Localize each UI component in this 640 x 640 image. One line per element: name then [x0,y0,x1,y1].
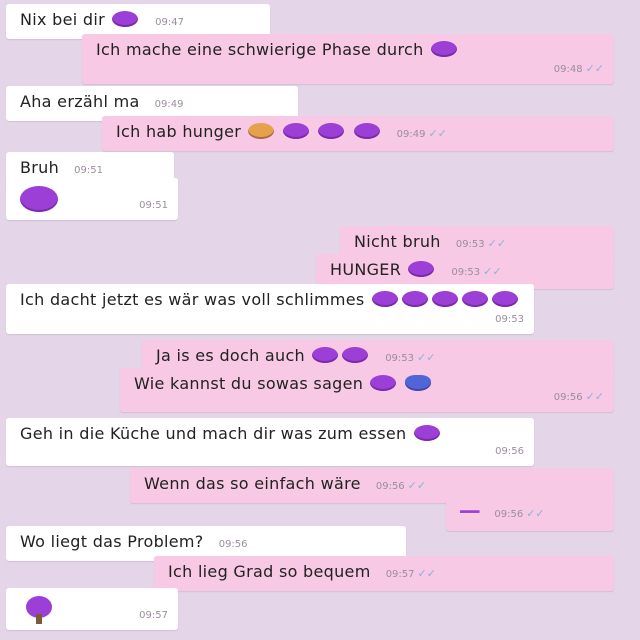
laughing-face-emoji-icon [431,291,458,307]
message-time: 09:49 [154,99,184,110]
laughing-face-emoji-icon [401,291,428,307]
message-outgoing[interactable]: Ich mache eine schwierige Phase durch 09… [82,34,614,84]
double-check-icon: ✓✓ [585,62,604,75]
message-text: Wenn das so einfach wäre [144,474,361,493]
knife-emoji-icon: ━━ [460,502,480,521]
message-text: Aha erzähl ma [20,92,140,111]
double-check-icon: ✓✓ [407,479,427,492]
message-time: 09:57 [385,569,415,580]
double-check-icon: ✓✓ [585,390,604,403]
message-outgoing[interactable]: Wie kannst du sowas sagen 09:56 ✓✓ [120,368,614,412]
message-incoming-emoji[interactable]: 09:57 [6,588,178,630]
sad-face-emoji-icon [312,347,339,363]
sad-face-emoji-icon [370,375,397,391]
double-check-icon: ✓✓ [487,237,507,250]
message-text: Ich lieg Grad so bequem [168,562,371,581]
message-time: 09:56 [375,481,405,492]
double-check-icon: ✓✓ [428,127,447,140]
message-text: Wo liegt das Problem? [20,532,204,551]
message-time: 09:51 [74,165,103,176]
message-text: Ich hab hunger [116,122,242,141]
sad-face-emoji-icon [430,41,457,57]
message-text: Ich mache eine schwierige Phase durch [96,40,424,59]
message-time: 09:56 [553,392,583,403]
message-text: HUNGER [330,260,402,279]
sad-face-emoji-icon [342,347,369,363]
laughing-face-emoji-icon [491,291,518,307]
message-time: 09:53 [451,267,481,278]
message-time: 09:48 [553,64,583,75]
message-incoming[interactable]: Geh in die Küche und mach dir was zum es… [6,418,534,466]
tired-face-emoji-icon [248,123,275,139]
knife-emoji-icon [353,123,380,139]
laughing-face-emoji-icon [413,425,440,441]
message-incoming[interactable]: Ich dacht jetzt es wär was voll schlimme… [6,284,534,334]
laughing-face-emoji-icon [371,291,398,307]
message-text: Ja is es doch auch [156,346,305,365]
message-text: Nicht bruh [354,232,441,251]
message-time: 09:49 [396,129,426,140]
message-outgoing-emoji[interactable]: ━━ 09:56 ✓✓ [446,496,614,531]
crying-face-emoji-icon [112,11,139,27]
double-check-icon: ✓✓ [483,265,502,278]
message-outgoing[interactable]: Ich hab hunger 09:49 ✓✓ [102,116,614,151]
laughing-face-emoji-icon [461,291,488,307]
broken-heart-emoji-icon [405,375,432,391]
message-time: 09:53 [455,239,485,250]
message-time: 09:57 [139,610,168,621]
message-time: 09:47 [155,17,184,28]
message-text: Wie kannst du sowas sagen [134,374,364,393]
purple-tree-emoji-icon [24,596,54,624]
message-time: 09:56 [494,509,524,520]
message-text: Geh in die Küche und mach dir was zum es… [20,424,407,443]
message-time: 09:56 [495,446,524,457]
double-check-icon: ✓✓ [417,567,436,580]
message-text: Bruh [20,158,60,177]
double-check-icon: ✓✓ [417,351,436,364]
sad-face-emoji-icon [408,261,435,277]
message-time: 09:56 [218,539,248,550]
message-time: 09:51 [139,200,168,211]
sad-face-emoji-icon [318,123,345,139]
sad-face-emoji-icon [283,123,310,139]
laughing-face-emoji-icon [20,186,58,212]
message-text: Ich dacht jetzt es wär was voll schlimme… [20,290,365,309]
double-check-icon: ✓✓ [526,507,545,520]
chat-conversation: Nix bei dir 09:47 Ich mache eine schwier… [0,0,640,640]
message-outgoing[interactable]: Ich lieg Grad so bequem 09:57 ✓✓ [154,556,614,591]
message-incoming-emoji[interactable]: 09:51 [6,178,178,220]
message-time: 09:53 [385,353,415,364]
message-text: Nix bei dir [20,10,105,29]
message-time: 09:53 [495,314,524,325]
